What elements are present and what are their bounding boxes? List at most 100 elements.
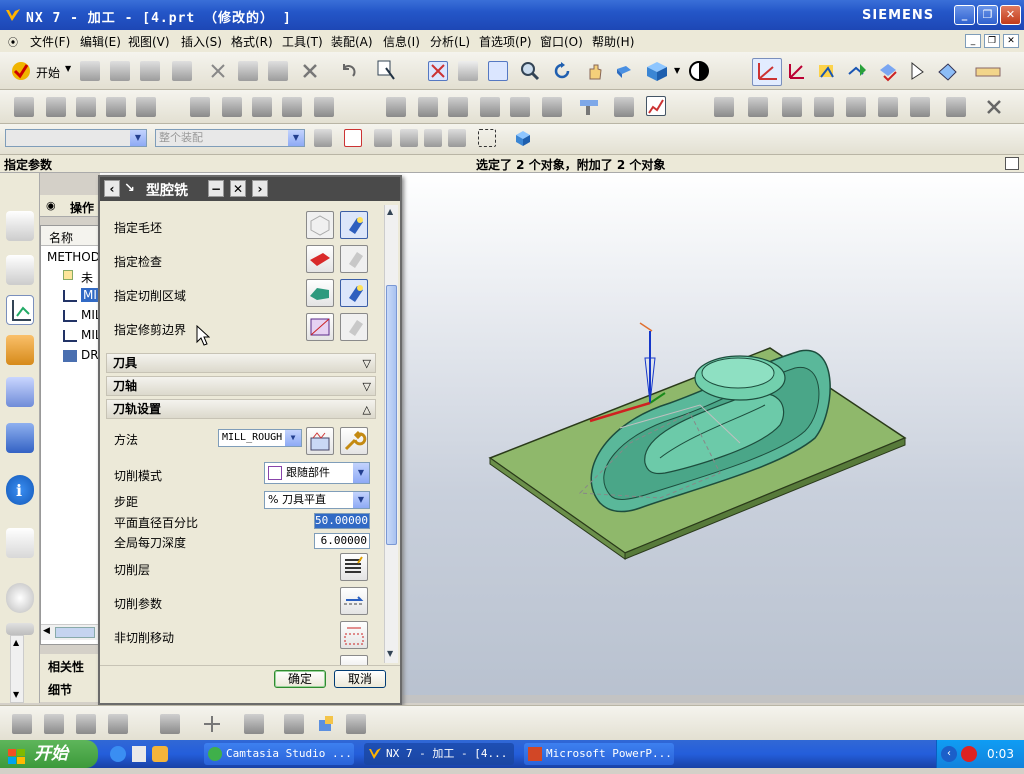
- flashlight-icon[interactable]: [340, 245, 368, 273]
- constraint-navigator-icon[interactable]: [6, 255, 34, 285]
- stepover-select[interactable]: % 刀具平直 ▼: [264, 491, 370, 509]
- flat-diameter-pct-input[interactable]: 50.00000: [314, 513, 370, 529]
- replay-path-icon[interactable]: [846, 60, 866, 80]
- scroll-thumb[interactable]: [55, 627, 95, 638]
- assembly-navigator-icon[interactable]: [6, 211, 34, 241]
- cut-levels-icon[interactable]: [340, 553, 368, 581]
- curve-select-icon[interactable]: [448, 129, 466, 147]
- menu-tools[interactable]: 工具(T): [282, 33, 323, 50]
- create-program-icon[interactable]: [14, 97, 34, 117]
- shop-doc-icon[interactable]: [614, 97, 634, 117]
- copy-object-icon[interactable]: [252, 97, 272, 117]
- operation-navigator-icon[interactable]: [6, 295, 34, 325]
- method-select[interactable]: MILL_ROUGH ▼: [218, 429, 302, 447]
- pattern-icon[interactable]: [108, 714, 128, 734]
- tray-expand-icon[interactable]: ‹: [941, 746, 957, 762]
- tool-axis-section[interactable]: 刀轴 ▽: [106, 376, 376, 396]
- block-icon[interactable]: [316, 714, 336, 734]
- post-icon[interactable]: [578, 97, 598, 117]
- print-icon[interactable]: [172, 61, 192, 81]
- chevron-down-icon[interactable]: ▼: [674, 66, 680, 75]
- dialog-titlebar[interactable]: ‹ ↘ 型腔铣 − ✕ ›: [100, 177, 400, 201]
- shading-icon[interactable]: [688, 60, 709, 81]
- render-style-icon[interactable]: [644, 59, 670, 83]
- system-materials-icon[interactable]: [6, 623, 34, 635]
- chevron-down-icon[interactable]: ▽: [363, 378, 371, 396]
- blank-icon[interactable]: [910, 97, 930, 117]
- curve-icon[interactable]: [244, 714, 264, 734]
- menu-preferences[interactable]: 首选项(P): [479, 33, 532, 50]
- menu-assembly[interactable]: 装配(A): [331, 33, 373, 50]
- body-select-icon[interactable]: [400, 129, 418, 147]
- cut-area-icon[interactable]: [306, 279, 334, 307]
- depth-per-cut-input[interactable]: 6.00000: [314, 533, 370, 549]
- non-cut-moves-icon[interactable]: [340, 621, 368, 649]
- solid-select-icon[interactable]: [514, 129, 532, 147]
- verify-icon[interactable]: [480, 97, 500, 117]
- dialog-scroll-thumb[interactable]: [386, 285, 397, 545]
- chevron-right-icon[interactable]: ›: [252, 180, 268, 197]
- ipw-icon[interactable]: [782, 97, 802, 117]
- menu-analysis[interactable]: 分析(L): [430, 33, 470, 50]
- info-icon[interactable]: i: [6, 475, 34, 505]
- mdi-restore-button[interactable]: ❐: [984, 34, 1000, 48]
- ie-icon[interactable]: [110, 746, 126, 762]
- explorer-icon[interactable]: [132, 746, 146, 762]
- new-file-icon[interactable]: [80, 61, 100, 81]
- dependencies-tab[interactable]: 相关性: [48, 658, 84, 675]
- scroll-down-icon[interactable]: ▼: [13, 690, 19, 699]
- cancel-x-icon[interactable]: [984, 97, 1004, 117]
- thickness-icon[interactable]: [878, 97, 898, 117]
- taskbar-nx[interactable]: NX 7 - 加工 - [4...: [364, 743, 514, 765]
- box-select-icon[interactable]: [478, 129, 496, 147]
- list-path-icon[interactable]: [906, 60, 926, 80]
- generate-path-icon[interactable]: [816, 60, 836, 80]
- delete-object-icon[interactable]: [314, 97, 334, 117]
- create-method-icon[interactable]: [106, 97, 126, 117]
- menu-help[interactable]: 帮助(H): [592, 33, 634, 50]
- point-icon[interactable]: [814, 97, 834, 117]
- scroll-up-icon[interactable]: ▲: [387, 207, 393, 216]
- wcs-icon[interactable]: [752, 58, 782, 86]
- measure-icon[interactable]: [975, 60, 1001, 80]
- wcs-orient-icon[interactable]: [786, 60, 806, 80]
- delete-icon[interactable]: [300, 61, 320, 81]
- taskbar-powerpoint[interactable]: Microsoft PowerP...: [524, 743, 674, 765]
- scroll-down-icon[interactable]: ▼: [387, 649, 393, 658]
- sketch-icon[interactable]: [12, 714, 32, 734]
- solid-icon[interactable]: [346, 714, 366, 734]
- start-button[interactable]: 开始: [0, 740, 98, 768]
- flashlight-icon[interactable]: [340, 313, 368, 341]
- cut-icon[interactable]: [208, 61, 228, 81]
- list-icon[interactable]: [448, 97, 468, 117]
- path-settings-section[interactable]: 刀轨设置 △: [106, 399, 376, 419]
- menu-insert[interactable]: 插入(S): [181, 33, 222, 50]
- tool-section[interactable]: 刀具 ▽: [106, 353, 376, 373]
- machine-navigator-icon[interactable]: [6, 335, 34, 365]
- zoom-window-icon[interactable]: [458, 61, 478, 81]
- start-icon[interactable]: [10, 60, 32, 82]
- point-plus-icon[interactable]: [202, 714, 222, 734]
- type-filter-select[interactable]: ▼: [5, 129, 147, 147]
- paste-object-icon[interactable]: [282, 97, 302, 117]
- details-tab[interactable]: 细节: [48, 681, 72, 698]
- generate-icon[interactable]: [386, 97, 406, 117]
- rotate-icon[interactable]: [552, 61, 572, 81]
- check-geometry-icon[interactable]: [306, 245, 334, 273]
- method-edit-icon[interactable]: [306, 427, 334, 455]
- menu-edit[interactable]: 编辑(E): [80, 33, 121, 50]
- create-tool-icon[interactable]: [46, 97, 66, 117]
- menu-file[interactable]: 文件(F): [30, 33, 70, 50]
- scroll-left-icon[interactable]: ◀: [43, 626, 50, 636]
- flashlight-icon[interactable]: [340, 279, 368, 307]
- menu-window[interactable]: 窗口(O): [540, 33, 583, 50]
- clock[interactable]: 0:03: [987, 747, 1014, 761]
- analysis-icon[interactable]: [846, 97, 866, 117]
- view-orient-icon[interactable]: [614, 61, 634, 81]
- snap-icon[interactable]: [344, 129, 362, 147]
- taskbar-camtasia[interactable]: Camtasia Studio ...: [204, 743, 354, 765]
- menu-format[interactable]: 格式(R): [231, 33, 273, 50]
- create-geometry-icon[interactable]: [76, 97, 96, 117]
- restore-button[interactable]: ❐: [977, 5, 998, 25]
- minimize-button[interactable]: _: [954, 5, 975, 25]
